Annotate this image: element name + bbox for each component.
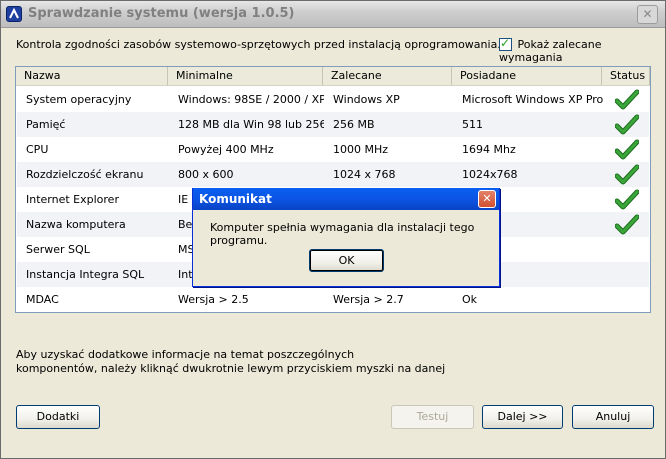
cell-name: Serwer SQL (26, 243, 90, 256)
show-recommended-toggle[interactable]: ✓ Pokaż zalecane wymagania (499, 35, 665, 65)
green-checkmark-icon (614, 114, 640, 136)
cell-name: Nazwa komputera (26, 218, 126, 231)
green-checkmark-icon (614, 164, 640, 186)
cell-name: MDAC (26, 293, 59, 306)
green-checkmark-icon (614, 89, 640, 111)
intro-text: Kontrola zgodności zasobów systemowo-spr… (16, 38, 501, 51)
dialog-title: Komunikat (199, 192, 272, 206)
cell-recommended: Wersja > 2.7 (333, 293, 404, 306)
column-header-minimum[interactable]: Minimalne (168, 67, 323, 85)
cell-owned: Microsoft Windows XP Profe... (462, 93, 603, 106)
cell-name: Pamięć (26, 118, 66, 131)
window-close-button[interactable]: ✕ (637, 5, 658, 24)
dialog-ok-button[interactable]: OK (309, 249, 384, 272)
cancel-button[interactable]: Anuluj (572, 405, 654, 429)
cell-minimum: 800 x 600 (178, 168, 234, 181)
footer-note-line-2: komponentów, należy kliknąć dwukrotnie l… (16, 362, 446, 375)
close-icon: ✕ (482, 192, 492, 205)
green-checkmark-icon (614, 214, 640, 236)
footer-note-line-1: Aby uzyskać dodatkowe informacje na tema… (16, 348, 355, 361)
table-row[interactable]: System operacyjny Windows: 98SE / 2000 / … (17, 87, 649, 112)
show-recommended-label: Pokaż zalecane wymagania (499, 37, 602, 65)
cell-name: System operacyjny (26, 93, 132, 106)
cell-name: Rozdzielczość ekranu (26, 168, 144, 181)
column-header-name[interactable]: Nazwa (16, 67, 168, 85)
cell-recommended: 256 MB (333, 118, 375, 131)
cell-recommended: 1000 MHz (333, 143, 389, 156)
dialog-message: Komputer spełnia wymagania dla instalacj… (210, 221, 475, 247)
cell-owned: 1694 Mhz (462, 143, 516, 156)
cell-minimum: 128 MB dla Win 98 lub 256 dl... (178, 118, 324, 131)
window-title: Sprawdzanie systemu (wersja 1.0.5) (28, 6, 295, 21)
cell-minimum: Windows: 98SE / 2000 / XP (178, 93, 324, 106)
table-row[interactable]: CPU Powyżej 400 MHz 1000 MHz 1694 Mhz (17, 137, 649, 162)
dialog-close-button[interactable]: ✕ (478, 190, 496, 208)
column-header-status[interactable]: Status (602, 67, 650, 85)
cell-name: Instancja Integra SQL (26, 268, 145, 281)
dialog-title-bar[interactable]: Komunikat ✕ (193, 188, 499, 210)
cell-owned: 1024x768 (462, 168, 518, 181)
cell-owned: 511 (462, 118, 483, 131)
cell-minimum: Wersja > 2.5 (178, 293, 249, 306)
checkmark-icon: ✓ (500, 35, 511, 50)
message-dialog: Komunikat ✕ Komputer spełnia wymagania d… (192, 188, 500, 287)
table-row[interactable]: Pamięć 128 MB dla Win 98 lub 256 dl... 256… (17, 112, 649, 137)
cell-owned: Ok (462, 293, 478, 306)
cell-minimum: Powyżej 400 MHz (178, 143, 274, 156)
table-header: Nazwa Minimalne Zalecane Posiadane Statu… (16, 67, 650, 86)
cell-recommended: 1024 x 768 (333, 168, 396, 181)
cell-name: Internet Explorer (26, 193, 119, 206)
cell-name: CPU (26, 143, 49, 156)
column-header-owned[interactable]: Posiadane (452, 67, 602, 85)
green-checkmark-icon (614, 189, 640, 211)
system-check-window: Sprawdzanie systemu (wersja 1.0.5) ✕ Kon… (0, 0, 666, 459)
addons-button[interactable]: Dodatki (16, 405, 100, 429)
test-button[interactable]: Testuj (391, 405, 474, 429)
close-icon: ✕ (642, 7, 653, 21)
table-row[interactable]: Rozdzielczość ekranu 800 x 600 1024 x 768 1… (17, 162, 649, 187)
table-row[interactable]: MDAC Wersja > 2.5 Wersja > 2.7 Ok (17, 287, 649, 312)
column-header-recommended[interactable]: Zalecane (323, 67, 452, 85)
show-recommended-checkbox[interactable]: ✓ (499, 35, 512, 51)
green-checkmark-icon (614, 139, 640, 161)
footer-note: Aby uzyskać dodatkowe informacje na tema… (16, 348, 445, 376)
title-bar[interactable]: Sprawdzanie systemu (wersja 1.0.5) ✕ (1, 1, 665, 28)
cell-recommended: Windows XP (333, 93, 400, 106)
next-button[interactable]: Dalej >> (482, 405, 563, 429)
app-logo-icon (6, 6, 22, 22)
